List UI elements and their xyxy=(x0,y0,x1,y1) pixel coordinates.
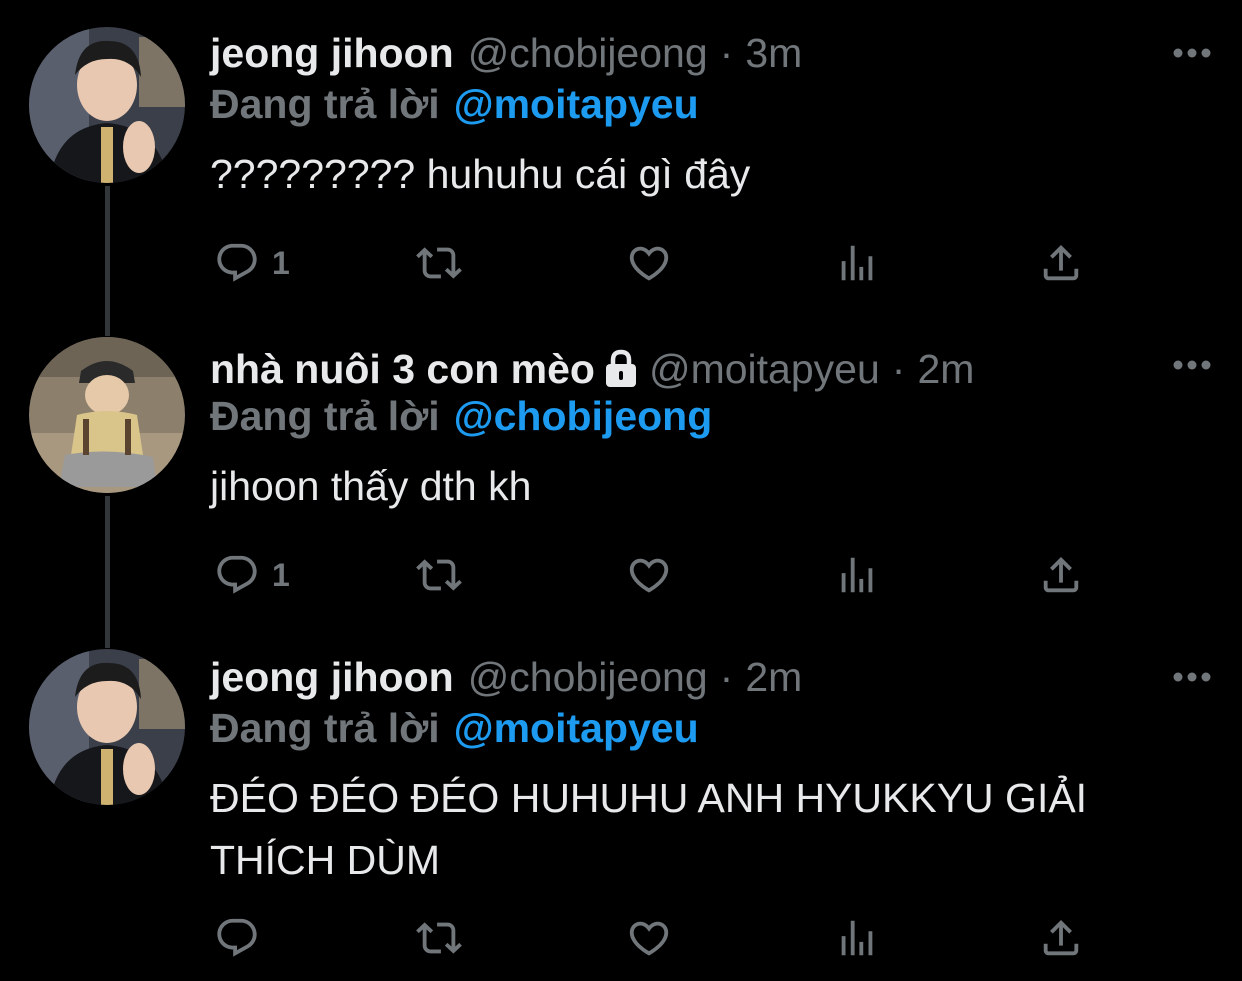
tweet-actions: 1 xyxy=(210,235,1110,291)
replying-to-link[interactable]: @moitapyeu xyxy=(454,81,699,128)
tweet-header: jeong jihoon @chobijeong · 3m xyxy=(210,23,1132,83)
separator-dot: · xyxy=(719,653,734,700)
reply-icon xyxy=(217,243,257,282)
retweet-icon xyxy=(416,247,462,279)
avatar[interactable] xyxy=(29,27,185,183)
like-icon xyxy=(629,246,669,281)
tweet-text: ĐÉO ĐÉO ĐÉO HUHUHU ANH HYUKKYU GIẢI THÍC… xyxy=(210,775,1088,883)
retweet-button[interactable] xyxy=(416,910,462,966)
replying-prefix: Đang trả lời xyxy=(210,704,440,751)
reply-button[interactable] xyxy=(214,910,272,966)
avatar[interactable] xyxy=(29,649,185,805)
thread-connector xyxy=(105,496,110,648)
user-handle[interactable]: @moitapyeu xyxy=(649,346,880,393)
reply-icon xyxy=(217,555,257,594)
avatar[interactable] xyxy=(29,337,185,493)
share-button[interactable] xyxy=(1038,547,1084,603)
like-icon xyxy=(629,921,669,956)
retweet-icon xyxy=(416,559,462,591)
replying-prefix: Đang trả lời xyxy=(210,80,440,127)
more-icon[interactable] xyxy=(1172,46,1212,60)
analytics-button[interactable] xyxy=(834,235,880,291)
display-name[interactable]: jeong jihoon xyxy=(210,654,454,701)
retweet-icon xyxy=(416,922,462,954)
tweet-text: jihoon thấy dth kh xyxy=(210,463,532,509)
analytics-button[interactable] xyxy=(834,910,880,966)
share-button[interactable] xyxy=(1038,910,1084,966)
reply-icon xyxy=(217,918,257,957)
tweet-actions: 1 xyxy=(210,547,1110,603)
share-button[interactable] xyxy=(1038,235,1084,291)
timestamp[interactable]: 2m xyxy=(745,654,802,701)
replying-to-link[interactable]: @moitapyeu xyxy=(454,705,699,752)
reply-button[interactable]: 1 xyxy=(214,235,290,291)
like-button[interactable] xyxy=(626,910,672,966)
retweet-button[interactable] xyxy=(416,547,462,603)
tweet-text: ????????? huhuhu cái gì đây xyxy=(210,151,751,197)
reply-count: 1 xyxy=(272,244,290,281)
tweet-header: jeong jihoon @chobijeong · 2m xyxy=(210,647,1132,707)
user-handle[interactable]: @chobijeong xyxy=(468,30,708,77)
replying-to: Đang trả lời @chobijeong xyxy=(210,389,712,443)
share-icon xyxy=(1043,556,1079,593)
replying-to-link[interactable]: @chobijeong xyxy=(454,393,713,440)
display-name[interactable]: nhà nuôi 3 con mèo xyxy=(210,346,595,393)
replying-prefix: Đang trả lời xyxy=(210,392,440,439)
reply-button[interactable]: 1 xyxy=(214,547,290,603)
display-name[interactable]: jeong jihoon xyxy=(210,30,454,77)
share-icon xyxy=(1043,919,1079,956)
analytics-icon xyxy=(841,557,873,593)
user-handle[interactable]: @chobijeong xyxy=(468,654,708,701)
like-button[interactable] xyxy=(626,547,672,603)
reply-count: 1 xyxy=(272,556,290,593)
more-icon[interactable] xyxy=(1172,670,1212,684)
thread-connector xyxy=(105,186,110,336)
tweet-actions xyxy=(210,910,1110,966)
separator-dot: · xyxy=(891,345,906,392)
separator-dot: · xyxy=(719,29,734,76)
like-icon xyxy=(629,558,669,593)
like-button[interactable] xyxy=(626,235,672,291)
retweet-button[interactable] xyxy=(416,235,462,291)
analytics-button[interactable] xyxy=(834,547,880,603)
share-icon xyxy=(1043,244,1079,281)
replying-to: Đang trả lời @moitapyeu xyxy=(210,701,699,755)
more-icon[interactable] xyxy=(1172,358,1212,372)
lock-icon xyxy=(605,349,636,387)
timestamp[interactable]: 2m xyxy=(917,346,974,393)
replying-to: Đang trả lời @moitapyeu xyxy=(210,77,699,131)
timestamp[interactable]: 3m xyxy=(745,30,802,77)
analytics-icon xyxy=(841,920,873,956)
analytics-icon xyxy=(841,245,873,281)
